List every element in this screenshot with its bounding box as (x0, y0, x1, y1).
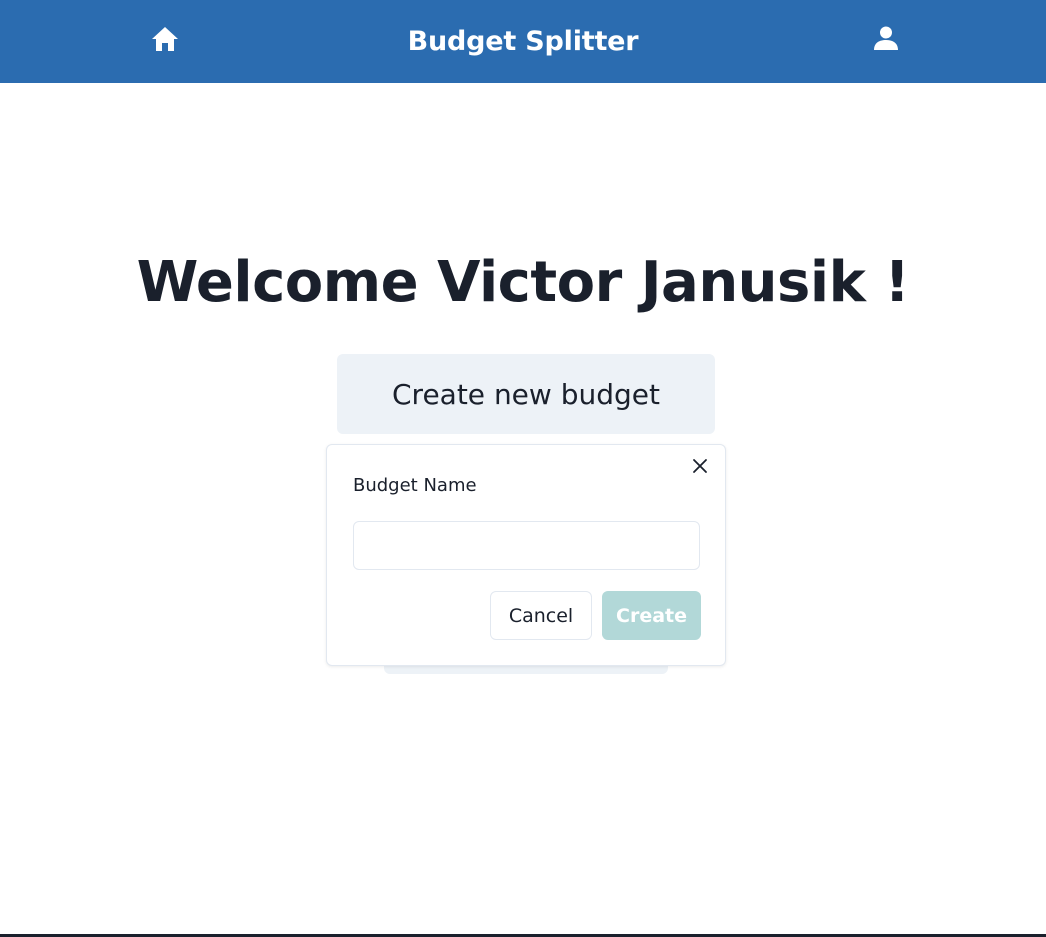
close-popover-button[interactable] (691, 457, 709, 475)
user-icon (874, 26, 898, 50)
budget-name-label: Budget Name (353, 475, 477, 496)
close-icon (693, 459, 707, 473)
welcome-heading: Welcome Victor Janusik ! (136, 250, 910, 315)
create-budget-popover: Budget Name Cancel Create (326, 444, 726, 666)
budget-name-input[interactable] (353, 521, 700, 570)
cancel-button[interactable]: Cancel (490, 591, 592, 640)
create-button[interactable]: Create (602, 591, 701, 640)
user-button[interactable] (874, 26, 898, 52)
app-header: Budget Splitter (0, 0, 1046, 83)
create-new-budget-button[interactable]: Create new budget (337, 354, 715, 434)
